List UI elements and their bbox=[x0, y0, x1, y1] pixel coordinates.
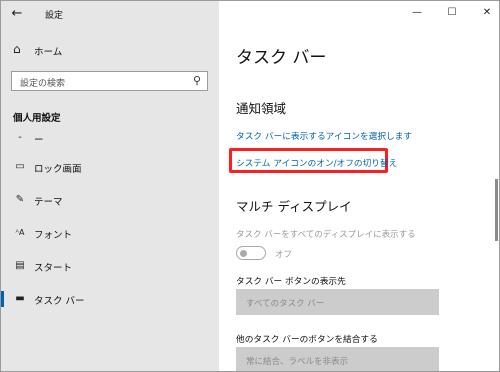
combine-buttons-label: 他のタスク バーのボタンを結合する bbox=[236, 335, 378, 345]
lock-screen-icon: ▭ bbox=[15, 161, 25, 172]
sidebar-item-fonts[interactable]: ᴬA フォント bbox=[1, 222, 219, 244]
sidebar-item-start[interactable]: ▤ スタート bbox=[1, 255, 219, 277]
sidebar-item-partial[interactable]: - ー bbox=[1, 127, 219, 149]
dropdown-value: 常に結合、ラベルを非表示 bbox=[246, 357, 349, 367]
sidebar-item-taskbar[interactable]: ▬ タスク バー bbox=[1, 288, 219, 310]
settings-window: ← 設定 ⌂ ホーム 設定の検索 ⚲ 個人用設定 - ー ▭ ロック画面 ✎ テ… bbox=[0, 0, 500, 372]
toggle-knob bbox=[240, 249, 247, 257]
multi-display-heading: マルチ ディスプレイ bbox=[236, 199, 352, 214]
window-title: 設定 bbox=[45, 11, 64, 21]
notification-area-heading: 通知領域 bbox=[236, 101, 287, 116]
close-icon[interactable]: ✕ bbox=[479, 5, 495, 21]
sidebar-item-label: ホーム bbox=[34, 47, 63, 58]
sidebar-item-label: テーマ bbox=[34, 197, 63, 208]
search-placeholder: 設定の検索 bbox=[20, 79, 66, 89]
taskbar-icon: ▬ bbox=[15, 293, 25, 304]
sidebar-item-label: フォント bbox=[34, 230, 73, 241]
select-taskbar-icons-link[interactable]: タスク バーに表示するアイコンを選択します bbox=[236, 129, 412, 142]
home-icon: ⌂ bbox=[13, 42, 21, 56]
buttons-location-label: タスク バー ボタンの表示先 bbox=[236, 277, 346, 287]
show-on-all-displays-label: タスク バーをすべてのディスプレイに表示する bbox=[236, 230, 416, 240]
toggle-state-label: オフ bbox=[275, 250, 293, 260]
section-heading: 個人用設定 bbox=[13, 113, 61, 124]
titlebar-left: ← 設定 bbox=[1, 1, 219, 27]
sidebar-item-label: ロック画面 bbox=[34, 164, 82, 175]
main-content: — ☐ ✕ タスク バー 通知領域 タスク バーに表示するアイコンを選択します … bbox=[219, 1, 499, 371]
sidebar-item-label: スタート bbox=[34, 263, 73, 274]
minimize-icon[interactable]: — bbox=[409, 5, 425, 21]
search-input[interactable]: 設定の検索 ⚲ bbox=[11, 71, 208, 91]
sidebar-item-home[interactable]: ⌂ ホーム bbox=[1, 39, 219, 61]
sidebar-item-themes[interactable]: ✎ テーマ bbox=[1, 189, 219, 211]
sidebar-item-lock-screen[interactable]: ▭ ロック画面 bbox=[1, 156, 219, 178]
sidebar: ← 設定 ⌂ ホーム 設定の検索 ⚲ 個人用設定 - ー ▭ ロック画面 ✎ テ… bbox=[1, 1, 219, 371]
font-icon: ᴬA bbox=[15, 228, 25, 237]
scrollbar[interactable] bbox=[495, 179, 498, 241]
combine-buttons-dropdown[interactable]: 常に結合、ラベルを非表示 bbox=[236, 347, 439, 371]
page-title: タスク バー bbox=[236, 48, 327, 68]
dash-icon: - bbox=[18, 132, 22, 143]
start-menu-icon: ▤ bbox=[15, 260, 25, 271]
system-icons-toggle-link[interactable]: システム アイコンのオン/オフの切り替え bbox=[236, 156, 397, 169]
sidebar-item-label: ー bbox=[34, 135, 44, 146]
search-icon[interactable]: ⚲ bbox=[193, 74, 201, 87]
selection-indicator bbox=[1, 291, 4, 307]
theme-brush-icon: ✎ bbox=[15, 194, 25, 205]
sidebar-item-label: タスク バー bbox=[34, 296, 85, 307]
maximize-icon[interactable]: ☐ bbox=[444, 5, 460, 21]
dropdown-value: すべてのタスク バー bbox=[246, 299, 325, 309]
back-arrow-icon[interactable]: ← bbox=[9, 6, 25, 22]
buttons-location-dropdown[interactable]: すべてのタスク バー bbox=[236, 289, 439, 315]
show-on-all-displays-toggle[interactable] bbox=[236, 246, 266, 260]
